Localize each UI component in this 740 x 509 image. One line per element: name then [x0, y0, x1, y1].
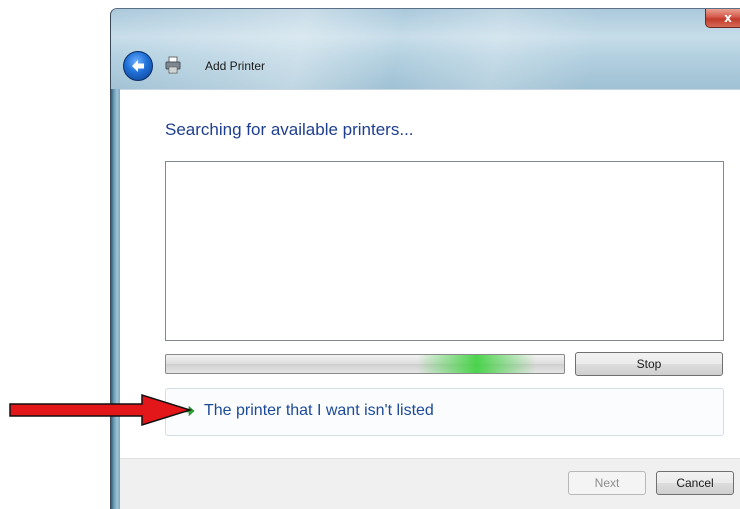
search-progress-bar [165, 354, 565, 374]
window-title: Add Printer [205, 59, 266, 73]
page-heading: Searching for available printers... [165, 120, 414, 139]
annotation-arrow-icon [9, 393, 192, 427]
add-printer-window: x Add Printer Searching for available pr… [110, 8, 740, 509]
cancel-button[interactable]: Cancel [656, 471, 734, 495]
back-arrow-icon [132, 60, 144, 72]
back-button[interactable] [123, 51, 153, 81]
printer-list[interactable] [165, 161, 724, 341]
wizard-footer: Next Cancel [120, 458, 740, 509]
next-button[interactable]: Next [568, 471, 646, 495]
stop-button[interactable]: Stop [575, 352, 723, 376]
wizard-content: Searching for available printers... Stop… [120, 89, 740, 509]
title-bar [111, 9, 740, 89]
close-button[interactable]: x [705, 9, 740, 28]
printer-not-listed-link[interactable]: The printer that I want isn't listed [165, 388, 724, 436]
printer-icon [165, 56, 181, 74]
close-icon: x [724, 11, 732, 25]
progress-glow [416, 355, 537, 373]
printer-not-listed-label: The printer that I want isn't listed [204, 402, 434, 419]
